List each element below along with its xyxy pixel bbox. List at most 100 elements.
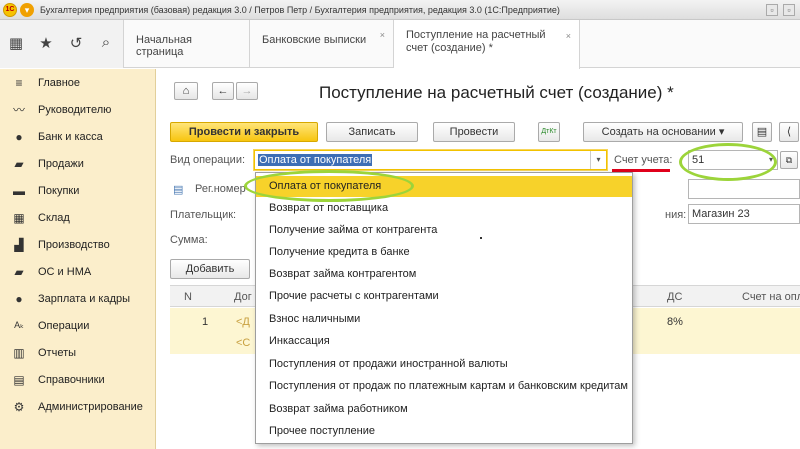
column-header: ДС [667, 291, 683, 303]
tab-home[interactable]: Начальная страница [124, 20, 250, 68]
post-button[interactable]: Провести [433, 122, 515, 142]
sidebar-item-operations[interactable]: Aₖ Операции [0, 312, 156, 339]
dropdown-item[interactable]: Поступления от продажи иностранной валют… [256, 354, 632, 375]
menu-icon: ≡ [15, 75, 23, 90]
dropdown-item[interactable]: Прочие расчеты с контрагентами [256, 286, 632, 307]
search-icon[interactable]: ⌕ [96, 34, 116, 51]
nav-icons-panel: ▦ ★ ↺ ⌕ [0, 20, 124, 68]
chevron-down-icon: ▾ [718, 126, 725, 138]
sidebar-item-reports[interactable]: ▥ Отчеты [0, 339, 156, 366]
row-contract: <Д [236, 316, 250, 328]
dropdown-item[interactable]: Поступления от продаж по платежным карта… [256, 376, 632, 397]
gear-icon: ⚙ [13, 399, 25, 414]
sidebar-item-label: Банк и касса [38, 130, 103, 143]
op-type-dropdown-list: Оплата от покупателя Возврат от поставщи… [255, 172, 633, 444]
dropdown-item[interactable]: Получение кредита в банке [256, 242, 632, 263]
dropdown-item[interactable]: Возврат займа контрагентом [256, 264, 632, 285]
date-field[interactable] [688, 179, 800, 199]
annotation-circle [679, 143, 777, 181]
operations-icon: Aₖ [14, 320, 24, 330]
dropdown-item[interactable]: Взнос наличными [256, 309, 632, 330]
row-contract-2: <С [236, 337, 251, 349]
tab-bank-statements[interactable]: Банковские выписки × [250, 20, 394, 68]
back-arrow-icon[interactable]: ← [212, 82, 234, 100]
dtkt-icon[interactable]: ДтКт [538, 122, 560, 142]
sidebar-item-salary[interactable]: ● Зарплата и кадры [0, 285, 156, 312]
app-logo-icon: 1С [3, 2, 17, 17]
save-button[interactable]: Записать [326, 122, 418, 142]
sidebar-item-sales[interactable]: ▰ Продажи [0, 150, 156, 177]
info-icon[interactable]: ⟨ [779, 122, 799, 142]
contract-field[interactable]: Магазин 23 [688, 204, 800, 224]
create-based-on-label: Создать на основании [601, 126, 716, 138]
window-titlebar: 1С ▾ Бухгалтерия предприятия (базовая) р… [0, 0, 800, 20]
grid-icon[interactable]: ▦ [6, 34, 26, 52]
dropdown-item[interactable]: Инкассация [256, 331, 632, 352]
post-and-close-button[interactable]: Провести и закрыть [170, 122, 318, 142]
column-header: N [184, 291, 192, 303]
sidebar-item-main[interactable]: ≡ Главное [0, 69, 156, 96]
star-icon[interactable]: ★ [36, 34, 56, 52]
window-title: Бухгалтерия предприятия (базовая) редакц… [40, 4, 560, 15]
payer-label: Плательщик: [170, 209, 237, 221]
tab-receipt-create[interactable]: Поступление на расчетный счет (создание)… [394, 20, 580, 69]
dropdown-item[interactable]: Возврат займа работником [256, 399, 632, 420]
sidebar-item-production[interactable]: ▟ Производство [0, 231, 156, 258]
sidebar-item-label: Продажи [38, 157, 84, 170]
app-menu-icon[interactable]: ▾ [20, 2, 34, 17]
reg-number-label: Рег.номер [195, 183, 246, 195]
reports-icon: ▥ [13, 345, 25, 360]
sidebar-item-label: Зарплата и кадры [38, 292, 131, 305]
sales-icon: ▰ [14, 156, 24, 171]
sidebar-item-label: ОС и НМА [38, 265, 92, 278]
home-icon[interactable]: ⌂ [174, 82, 198, 100]
tab-label-line2: счет (создание) * [406, 42, 493, 54]
tab-label: Банковские выписки [262, 34, 367, 46]
tabs-bar: ▦ ★ ↺ ⌕ Начальная страница Банковские вы… [0, 20, 800, 69]
sidebar-item-warehouse[interactable]: ▦ Склад [0, 204, 156, 231]
sidebar-item-references[interactable]: ▤ Справочники [0, 366, 156, 393]
contract-value: Магазин 23 [692, 208, 750, 220]
sidebar-item-bank[interactable]: ● Банк и касса [0, 123, 156, 150]
maximize-icon[interactable]: ▫ [783, 4, 795, 16]
dropdown-item[interactable]: Получение займа от контрагента [256, 220, 632, 241]
sidebar-item-fixed-assets[interactable]: ▰ ОС и НМА [0, 258, 156, 285]
open-icon[interactable]: ⧉ [780, 151, 798, 169]
op-type-select[interactable]: Оплата от покупателя ▾ [254, 150, 607, 170]
cursor-dot [480, 237, 482, 239]
account-label: Счет учета: [614, 154, 673, 166]
chevron-down-icon[interactable]: ▾ [590, 151, 606, 169]
cart-icon: ▬ [13, 183, 25, 198]
forward-arrow-icon[interactable]: → [236, 82, 258, 100]
print-icon[interactable]: ▤ [752, 122, 772, 142]
dropdown-item[interactable]: Прочее поступление [256, 421, 632, 442]
op-type-value: Оплата от покупателя [258, 154, 373, 166]
row-number: 1 [202, 316, 209, 328]
op-type-label: Вид операции: [170, 154, 246, 166]
sidebar-item-label: Операции [38, 319, 90, 332]
close-icon[interactable]: × [566, 30, 571, 43]
history-icon[interactable]: ↺ [66, 34, 86, 52]
tab-label: Начальная страница [136, 34, 192, 58]
sidebar-item-label: Руководителю [38, 103, 112, 116]
row-vat: 8% [667, 316, 683, 328]
add-button[interactable]: Добавить [170, 259, 250, 279]
book-icon: ▤ [13, 372, 25, 387]
sidebar-item-label: Склад [38, 211, 70, 224]
sidebar-item-purchases[interactable]: ▬ Покупки [0, 177, 156, 204]
sidebar-item-admin[interactable]: ⚙ Администрирование [0, 393, 156, 420]
annotation-circle [244, 170, 414, 202]
tab-label-line1: Поступление на расчетный [406, 29, 546, 41]
create-based-on-button[interactable]: Создать на основании ▾ [583, 122, 743, 142]
warehouse-icon: ▦ [13, 210, 25, 225]
minimize-icon[interactable]: ▫ [766, 4, 778, 16]
sidebar-item-label: Отчеты [38, 346, 77, 359]
document-icon: ▤ [173, 184, 184, 196]
sidebar-item-manager[interactable]: 〰 Руководителю [0, 96, 156, 123]
trend-icon: 〰 [12, 103, 25, 117]
sidebar-item-label: Главное [38, 76, 81, 89]
sum-label: Сумма: [170, 234, 208, 246]
close-icon[interactable]: × [380, 30, 385, 40]
factory-icon: ▟ [14, 237, 24, 252]
column-header: Счет на опл [742, 291, 800, 303]
